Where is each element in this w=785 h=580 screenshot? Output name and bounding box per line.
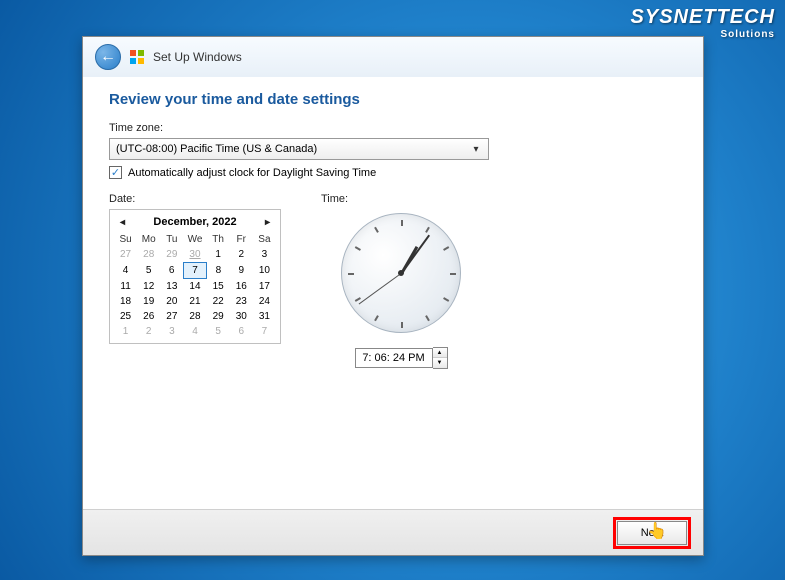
- calendar-day[interactable]: 6: [230, 324, 253, 339]
- calendar-day[interactable]: 24: [253, 294, 276, 309]
- checkmark-icon: ✓: [111, 166, 120, 179]
- analog-clock: [341, 213, 461, 333]
- calendar-header: ◂ December, 2022 ▸: [114, 214, 276, 232]
- calendar-day[interactable]: 20: [160, 294, 183, 309]
- date-time-columns: Date: ◂ December, 2022 ▸ SuMoTuWeThFrSa …: [109, 193, 677, 369]
- content-area: Review your time and date settings Time …: [83, 77, 703, 509]
- calendar: ◂ December, 2022 ▸ SuMoTuWeThFrSa 272829…: [109, 209, 281, 344]
- window-footer: Next 👆: [83, 509, 703, 555]
- calendar-prev-button[interactable]: ◂: [118, 217, 127, 228]
- calendar-day[interactable]: 22: [207, 294, 230, 309]
- calendar-weekday: Sa: [253, 232, 276, 247]
- time-input[interactable]: [355, 348, 433, 368]
- clock-center-dot: [398, 270, 404, 276]
- watermark: SYSNETTECH Solutions: [631, 6, 775, 40]
- timezone-select[interactable]: (UTC-08:00) Pacific Time (US & Canada) ▾: [109, 138, 489, 160]
- calendar-day[interactable]: 13: [160, 279, 183, 295]
- calendar-day[interactable]: 2: [230, 247, 253, 263]
- calendar-day[interactable]: 21: [183, 294, 206, 309]
- calendar-day[interactable]: 3: [253, 247, 276, 263]
- calendar-day[interactable]: 30: [230, 309, 253, 324]
- calendar-next-button[interactable]: ▸: [263, 217, 272, 228]
- calendar-day[interactable]: 7: [183, 263, 206, 279]
- time-input-row: ▲ ▼: [321, 347, 481, 369]
- next-button[interactable]: Next: [617, 521, 687, 545]
- calendar-day[interactable]: 30: [183, 247, 206, 263]
- calendar-weekday: Th: [207, 232, 230, 247]
- calendar-weekday: Tu: [160, 232, 183, 247]
- calendar-day[interactable]: 28: [183, 309, 206, 324]
- setup-window: ← Set Up Windows Review your time and da…: [82, 36, 704, 556]
- dst-label: Automatically adjust clock for Daylight …: [128, 167, 376, 179]
- calendar-day[interactable]: 1: [114, 324, 137, 339]
- dst-checkbox[interactable]: ✓: [109, 166, 122, 179]
- calendar-day[interactable]: 25: [114, 309, 137, 324]
- calendar-day[interactable]: 19: [137, 294, 160, 309]
- timezone-label: Time zone:: [109, 122, 677, 134]
- calendar-day[interactable]: 11: [114, 279, 137, 295]
- time-label: Time:: [321, 193, 481, 205]
- calendar-day[interactable]: 7: [253, 324, 276, 339]
- page-heading: Review your time and date settings: [109, 91, 677, 108]
- calendar-weekday: We: [183, 232, 206, 247]
- chevron-down-icon: ▾: [468, 144, 484, 155]
- date-column: Date: ◂ December, 2022 ▸ SuMoTuWeThFrSa …: [109, 193, 281, 369]
- calendar-weekday: Fr: [230, 232, 253, 247]
- calendar-day[interactable]: 31: [253, 309, 276, 324]
- calendar-day[interactable]: 26: [137, 309, 160, 324]
- calendar-day[interactable]: 14: [183, 279, 206, 295]
- calendar-day[interactable]: 17: [253, 279, 276, 295]
- calendar-day[interactable]: 5: [207, 324, 230, 339]
- window-title: Set Up Windows: [153, 50, 242, 64]
- calendar-day[interactable]: 23: [230, 294, 253, 309]
- calendar-day[interactable]: 4: [183, 324, 206, 339]
- calendar-day[interactable]: 16: [230, 279, 253, 295]
- calendar-day[interactable]: 29: [160, 247, 183, 263]
- calendar-day[interactable]: 1: [207, 247, 230, 263]
- calendar-day[interactable]: 18: [114, 294, 137, 309]
- time-column: Time: ▲ ▼: [321, 193, 481, 369]
- windows-flag-icon: [129, 49, 145, 65]
- calendar-day[interactable]: 3: [160, 324, 183, 339]
- calendar-day[interactable]: 10: [253, 263, 276, 279]
- calendar-day[interactable]: 15: [207, 279, 230, 295]
- calendar-day[interactable]: 8: [207, 263, 230, 279]
- date-label: Date:: [109, 193, 281, 205]
- watermark-title: SYSNETTECH: [631, 6, 775, 28]
- clock-minute-hand: [400, 235, 430, 275]
- clock-second-hand: [359, 273, 402, 304]
- dst-checkbox-row: ✓ Automatically adjust clock for Dayligh…: [109, 166, 677, 179]
- calendar-day[interactable]: 4: [114, 263, 137, 279]
- time-spinner-down[interactable]: ▼: [433, 358, 447, 368]
- calendar-day[interactable]: 9: [230, 263, 253, 279]
- calendar-day[interactable]: 27: [114, 247, 137, 263]
- calendar-day[interactable]: 27: [160, 309, 183, 324]
- back-arrow-icon: ←: [100, 48, 116, 66]
- window-header: ← Set Up Windows: [83, 37, 703, 77]
- calendar-month: December, 2022: [153, 216, 236, 228]
- calendar-day[interactable]: 5: [137, 263, 160, 279]
- calendar-table: SuMoTuWeThFrSa 2728293012345678910111213…: [114, 232, 276, 339]
- calendar-weekday: Su: [114, 232, 137, 247]
- calendar-day[interactable]: 6: [160, 263, 183, 279]
- calendar-day[interactable]: 2: [137, 324, 160, 339]
- calendar-weekday: Mo: [137, 232, 160, 247]
- time-spinner: ▲ ▼: [433, 347, 448, 369]
- calendar-day[interactable]: 28: [137, 247, 160, 263]
- calendar-day[interactable]: 12: [137, 279, 160, 295]
- back-button[interactable]: ←: [95, 44, 121, 70]
- timezone-selected-value: (UTC-08:00) Pacific Time (US & Canada): [116, 143, 317, 155]
- time-spinner-up[interactable]: ▲: [433, 348, 447, 358]
- calendar-day[interactable]: 29: [207, 309, 230, 324]
